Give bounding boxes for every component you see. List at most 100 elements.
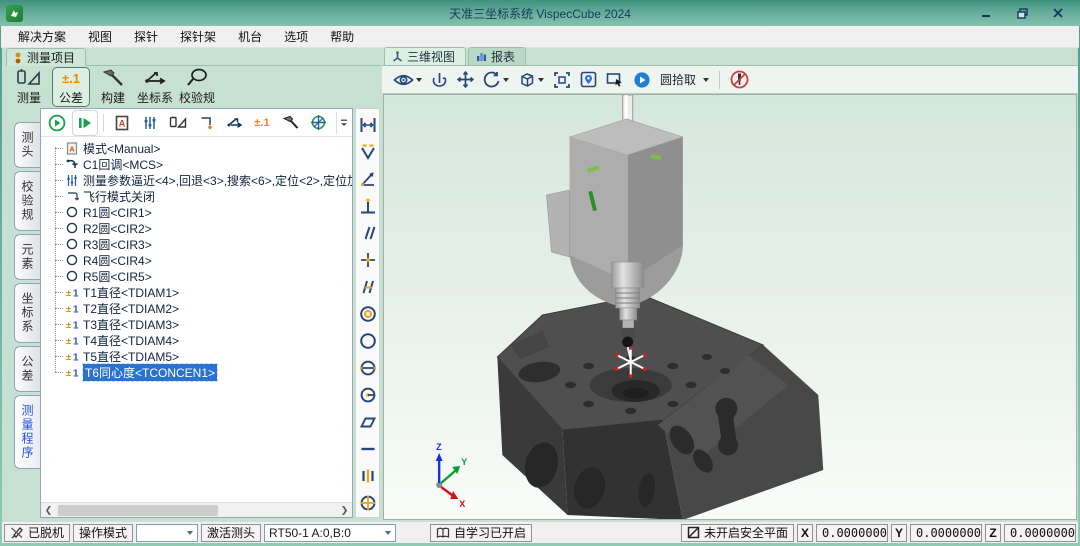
scroll-left-arrow[interactable]: ❮ bbox=[41, 503, 56, 518]
ribbon-measure-button[interactable]: 测量 bbox=[10, 67, 48, 107]
op-mode-select[interactable] bbox=[136, 524, 198, 542]
perpendicularity-icon[interactable] bbox=[358, 196, 378, 216]
angle-between-icon[interactable] bbox=[358, 142, 378, 162]
svg-text:±: ± bbox=[66, 368, 71, 378]
probe-disabled-button[interactable] bbox=[729, 68, 750, 92]
tree-row[interactable]: 测量参数逼近<4>,回退<3>,搜索<6>,定位<2>,定位加<2>,测 bbox=[41, 172, 352, 188]
rotate-view-dropdown-button[interactable] bbox=[482, 68, 510, 92]
tab-3d-view[interactable]: 三维视图 bbox=[384, 47, 466, 65]
tree-row[interactable]: R3圆<CIR3> bbox=[41, 236, 352, 252]
scrollbar-thumb[interactable] bbox=[58, 505, 218, 516]
coordinate-icon[interactable] bbox=[222, 111, 246, 135]
angularity-icon[interactable] bbox=[358, 277, 378, 297]
locate-button[interactable] bbox=[579, 68, 598, 92]
corner-point-icon[interactable] bbox=[194, 111, 218, 135]
play-demo-button[interactable] bbox=[632, 68, 652, 92]
tree-row[interactable]: R2圆<CIR2> bbox=[41, 220, 352, 236]
radius-icon[interactable] bbox=[358, 385, 378, 405]
angle-icon[interactable] bbox=[358, 169, 378, 189]
menu-options[interactable]: 选项 bbox=[273, 26, 319, 47]
ribbon-tolerance-button[interactable]: ±.1 公差 bbox=[52, 67, 90, 107]
side-tab-probe[interactable]: 测头 bbox=[14, 122, 40, 168]
side-tab-measure-program[interactable]: 测量程序 bbox=[14, 395, 40, 469]
position-icon[interactable] bbox=[358, 493, 378, 513]
distance-icon[interactable] bbox=[358, 115, 378, 135]
tab-measure-project[interactable]: 测量项目 bbox=[6, 48, 86, 66]
axis-compass-icon[interactable] bbox=[306, 111, 330, 135]
flatness-icon[interactable] bbox=[358, 412, 378, 432]
side-tab-gauge[interactable]: 校验规 bbox=[14, 171, 40, 231]
tree-horizontal-scrollbar[interactable]: ❮ ❯ bbox=[41, 502, 352, 517]
construct-icon[interactable] bbox=[278, 111, 302, 135]
status-bar: 已脱机 操作模式 激活测头 RT50-1 A:0,B:0 自学习已开启 未开启安… bbox=[2, 521, 1078, 543]
tolerance-icon: ±1 bbox=[65, 318, 79, 331]
tab-report[interactable]: 报表 bbox=[468, 47, 526, 65]
roundness-icon[interactable] bbox=[358, 331, 378, 351]
probe-offline-icon bbox=[10, 526, 24, 539]
measure-params-icon[interactable] bbox=[138, 111, 162, 135]
position-point-icon[interactable] bbox=[358, 250, 378, 270]
select-box-button[interactable] bbox=[605, 68, 625, 92]
concentricity-icon[interactable] bbox=[358, 304, 378, 324]
active-probe-select[interactable]: RT50-1 A:0,B:0 bbox=[264, 524, 396, 542]
run-icon[interactable] bbox=[45, 111, 69, 135]
parallelism-icon[interactable] bbox=[358, 223, 378, 243]
cube-view-dropdown-button[interactable] bbox=[517, 68, 545, 92]
locate-icon bbox=[580, 71, 597, 88]
callback-icon bbox=[65, 158, 79, 171]
tree-row-selected[interactable]: ±1 T6同心度<TCONCEN1> bbox=[41, 364, 352, 380]
minimize-button[interactable] bbox=[980, 7, 992, 19]
svg-text:±: ± bbox=[66, 336, 71, 346]
circle-pick-dropdown-button[interactable]: 圆拾取 bbox=[659, 68, 710, 92]
straightness-icon[interactable] bbox=[358, 439, 378, 459]
tree-row[interactable]: R1圆<CIR1> bbox=[41, 204, 352, 220]
chevron-down-icon bbox=[538, 78, 544, 82]
play-demo-icon bbox=[633, 71, 651, 89]
app-window: 天准三坐标系统 VispecCube 2024 解决方案 视图 探针 探针架 机… bbox=[0, 0, 1080, 546]
side-tab-tolerance[interactable]: 公差 bbox=[14, 346, 40, 392]
menu-solution[interactable]: 解决方案 bbox=[7, 26, 77, 47]
menu-machine[interactable]: 机台 bbox=[227, 26, 273, 47]
label-a-icon[interactable]: A bbox=[110, 111, 134, 135]
tolerance-icon: ±1 bbox=[65, 302, 79, 315]
circle-icon bbox=[65, 238, 79, 251]
pan-button[interactable] bbox=[456, 68, 475, 92]
side-tab-element[interactable]: 元素 bbox=[14, 234, 40, 280]
tree-row[interactable]: ±1 T4直径<TDIAM4> bbox=[41, 332, 352, 348]
tree-row[interactable]: R5圆<CIR5> bbox=[41, 268, 352, 284]
fly-mode-icon bbox=[65, 190, 79, 203]
menu-help[interactable]: 帮助 bbox=[319, 26, 365, 47]
coord-x-value: 0.0000000 bbox=[816, 524, 888, 542]
tree-row[interactable]: ±1 T2直径<TDIAM2> bbox=[41, 300, 352, 316]
tree-row[interactable]: C1回调<MCS> bbox=[41, 156, 352, 172]
tree-row[interactable]: ±1 T5直径<TDIAM5> bbox=[41, 348, 352, 364]
measure-icon[interactable] bbox=[166, 111, 190, 135]
menu-view[interactable]: 视图 bbox=[77, 26, 123, 47]
ribbon-construct-button[interactable]: 构建 bbox=[94, 67, 132, 107]
orbit-button[interactable] bbox=[430, 68, 449, 92]
eye-dropdown-button[interactable] bbox=[392, 68, 423, 92]
ribbon-gauge-button[interactable]: 校验规 bbox=[178, 67, 216, 107]
tree-toolbar-more-dropdown[interactable] bbox=[336, 112, 350, 134]
coord-x-label: X bbox=[797, 524, 813, 542]
viewport-3d[interactable]: Z Y X bbox=[383, 94, 1077, 520]
symmetry-icon[interactable] bbox=[358, 466, 378, 486]
restore-button[interactable] bbox=[1016, 7, 1028, 19]
tree-row[interactable]: R4圆<CIR4> bbox=[41, 252, 352, 268]
step-run-icon[interactable] bbox=[73, 111, 97, 135]
tolerance-icon[interactable]: ±.1 bbox=[250, 111, 274, 135]
side-tab-coordinate[interactable]: 坐标系 bbox=[14, 283, 40, 343]
ribbon-coordinate-button[interactable]: 坐标系 bbox=[136, 67, 174, 107]
diameter-icon[interactable] bbox=[358, 358, 378, 378]
measure-icon bbox=[16, 68, 42, 88]
zoom-fit-button[interactable] bbox=[552, 68, 572, 92]
tree-row[interactable]: 飞行模式关闭 bbox=[41, 188, 352, 204]
tree-row[interactable]: ±1 T3直径<TDIAM3> bbox=[41, 316, 352, 332]
tree-row[interactable]: A 模式<Manual> bbox=[41, 140, 352, 156]
close-button[interactable] bbox=[1052, 7, 1064, 19]
menu-probe-rack[interactable]: 探针架 bbox=[169, 26, 227, 47]
tree-row[interactable]: ±1 T1直径<TDIAM1> bbox=[41, 284, 352, 300]
menu-probe[interactable]: 探针 bbox=[123, 26, 169, 47]
self-learn-status: 自学习已开启 bbox=[430, 524, 532, 542]
scroll-right-arrow[interactable]: ❯ bbox=[337, 503, 352, 518]
